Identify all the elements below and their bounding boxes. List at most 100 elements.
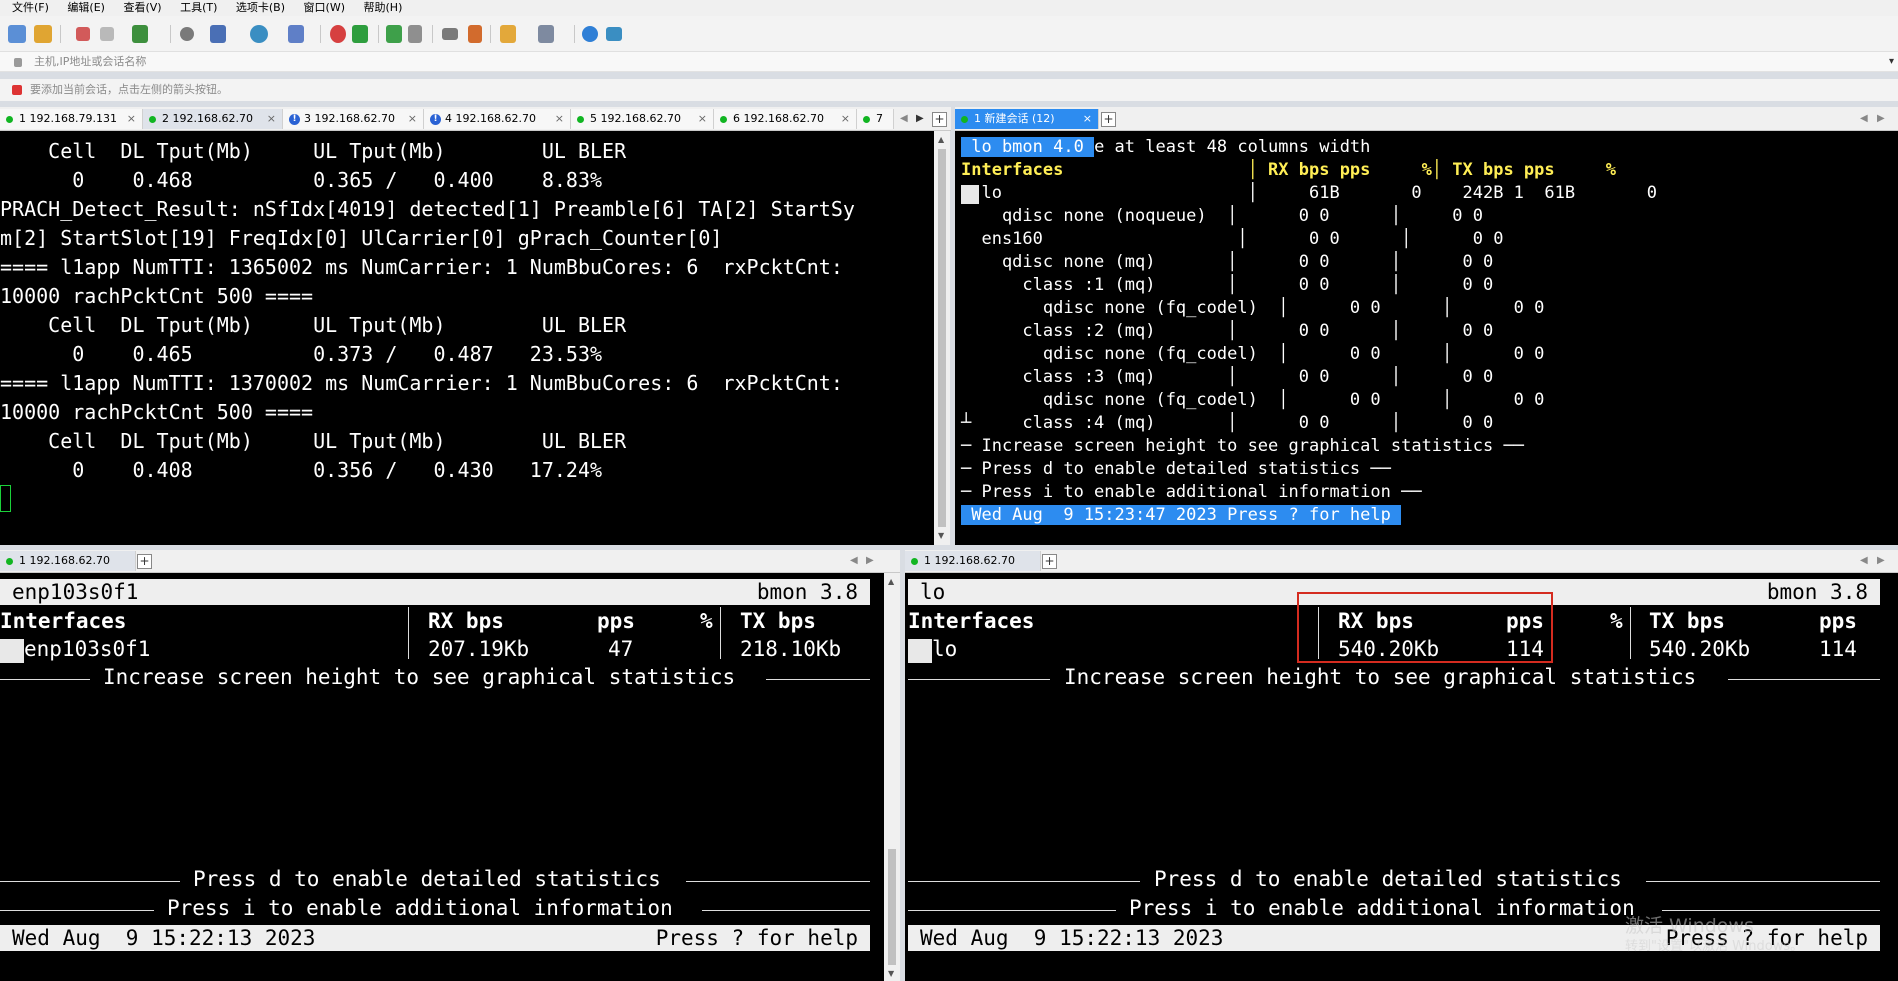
tab-session-7[interactable]: 7 <box>857 109 894 129</box>
chevron-left-icon[interactable]: ◀ <box>900 113 908 124</box>
tab-session-3[interactable]: ! 3 192.168.62.70 × <box>283 109 424 129</box>
tab-session-6[interactable]: 6 192.168.62.70 × <box>714 109 857 129</box>
status-dot-icon <box>6 557 13 565</box>
chevron-right-icon[interactable]: ▶ <box>1877 555 1885 566</box>
add-tab-button[interactable]: + <box>137 554 152 569</box>
info-text: 要添加当前会话，点击左侧的箭头按钮。 <box>30 83 228 96</box>
terminal-line: m[2] StartSlot[19] FreqIdx[0] UlCarrier[… <box>0 226 723 250</box>
interface-name[interactable]: lo <box>932 637 957 661</box>
add-tab-button[interactable]: + <box>1042 554 1057 569</box>
rx-bps-value: 207.19Kb <box>428 637 530 661</box>
menu-tabs[interactable]: 选项卡(B) <box>236 1 285 14</box>
status-message: ─ Press d to enable detailed statistics … <box>961 459 1391 479</box>
terminal-line: 10000 rachPcktCnt 500 ==== <box>0 284 314 308</box>
close-icon[interactable]: × <box>267 109 276 129</box>
layout-icon[interactable] <box>538 25 554 43</box>
menu-help[interactable]: 帮助(H) <box>364 1 403 14</box>
search-icon[interactable] <box>180 27 194 41</box>
chevron-right-icon[interactable]: ▶ <box>866 555 874 566</box>
tab-session-4[interactable]: ! 4 192.168.62.70 × <box>424 109 571 129</box>
close-icon[interactable]: × <box>408 109 417 129</box>
menu-window[interactable]: 窗口(W) <box>304 1 345 14</box>
table-row: qdisc none (fq_codel) │ 0 0 │ 0 0 <box>961 390 1545 410</box>
menu-file[interactable]: 文件(F) <box>12 1 49 14</box>
xshell-icon[interactable] <box>352 25 368 43</box>
terminal-top-left[interactable]: Cell DL Tput(Mb) UL Tput(Mb) UL BLER 0 0… <box>0 131 934 545</box>
globe-icon[interactable] <box>250 25 268 43</box>
status-bar: Wed Aug 9 15:22:13 2023 Press ? for help <box>0 925 870 951</box>
close-icon[interactable]: × <box>127 109 136 129</box>
tab-bottom-right[interactable]: 1 192.168.62.70 <box>905 551 1041 571</box>
connect-icon[interactable] <box>76 27 90 41</box>
terminal-bottom-right[interactable]: lo bmon 3.8 Interfaces RX bps pps % TX b… <box>905 573 1898 981</box>
status-message: ─ Increase screen height to see graphica… <box>961 436 1524 456</box>
close-icon[interactable]: × <box>698 109 707 129</box>
xftp-icon[interactable] <box>330 25 346 43</box>
tab-new-session[interactable]: 1 新建会话 (12) × <box>955 109 1099 129</box>
chevron-right-icon[interactable]: ▶ <box>1877 113 1885 124</box>
activate-windows-subtext: 转到"设置"以激活 Windows。 <box>1625 939 1804 954</box>
close-icon[interactable]: × <box>555 109 564 129</box>
chevron-left-icon[interactable]: ◀ <box>850 555 858 566</box>
terminal-top-right[interactable]: lo bmon 4.0 e at least 48 columns width … <box>955 131 1898 545</box>
detail-hint: Press d to enable detailed statistics <box>193 867 661 891</box>
info-hint: Press i to enable additional information <box>1129 896 1635 920</box>
menu-view[interactable]: 查看(V) <box>123 1 161 14</box>
keyboard-icon[interactable] <box>442 28 458 40</box>
chevron-left-icon[interactable]: ◀ <box>1860 555 1868 566</box>
tab-session-1[interactable]: 1 192.168.79.131 × <box>0 109 143 129</box>
tab-bottom-left[interactable]: 1 192.168.62.70 <box>0 551 136 571</box>
scrollbar[interactable]: ▲ ▼ <box>934 131 950 545</box>
scrollbar-thumb[interactable] <box>888 849 896 965</box>
top-left-tabstrip: 1 192.168.79.131 × 2 192.168.62.70 × ! 3 19… <box>0 107 951 131</box>
address-input[interactable]: 主机,IP地址或会话名称 <box>34 52 146 72</box>
terminal-line: ==== l1app NumTTI: 1365002 ms NumCarrier… <box>0 255 843 279</box>
interface-name[interactable]: enp103s0f1 <box>24 637 150 661</box>
terminal-line: 0 0.468 0.365 / 0.400 8.83% <box>0 168 603 192</box>
bookmark-icon[interactable] <box>12 85 22 95</box>
table-row: qdisc none (noqueue) │ 0 0 │ 0 0 <box>961 206 1483 226</box>
pps-value: 47 <box>608 637 634 661</box>
table-row: qdisc none (mq) │ 0 0 │ 0 0 <box>961 252 1494 272</box>
scrollbar-thumb[interactable] <box>938 149 946 527</box>
close-icon[interactable]: × <box>841 109 850 129</box>
open-folder-icon[interactable] <box>34 25 52 43</box>
menu-tools[interactable]: 工具(T) <box>180 1 217 14</box>
terminal-bottom-left[interactable]: enp103s0f1 bmon 3.8 Interfaces RX bps pp… <box>0 573 884 981</box>
transfer-icon[interactable] <box>500 25 516 43</box>
add-tab-button[interactable]: + <box>1101 112 1116 127</box>
menu-edit[interactable]: 编辑(E) <box>67 1 105 14</box>
close-icon[interactable]: × <box>1083 109 1092 129</box>
tx-bps-value: 218.10Kb <box>740 637 842 661</box>
chevron-down-icon[interactable]: ▾ <box>1889 52 1894 72</box>
chat-icon[interactable] <box>606 27 622 41</box>
copy-icon[interactable] <box>210 25 226 43</box>
terminal-cursor <box>0 485 11 512</box>
fullscreen-icon[interactable] <box>386 25 402 43</box>
properties-icon[interactable] <box>132 25 148 43</box>
disconnect-icon[interactable] <box>100 27 114 41</box>
interface-title: enp103s0f1 <box>12 580 139 604</box>
lock-icon[interactable] <box>408 25 422 43</box>
column-pps-tx: pps <box>1819 609 1857 633</box>
add-tab-button[interactable]: + <box>932 112 947 127</box>
scrollbar[interactable]: ▲ ▼ <box>884 573 900 981</box>
column-tx-bps: TX bps <box>1649 609 1725 633</box>
table-row: class :3 (mq) │ 0 0 │ 0 0 <box>961 367 1494 387</box>
help-icon[interactable] <box>582 26 598 42</box>
tab-session-5[interactable]: 5 192.168.62.70 × <box>571 109 714 129</box>
status-message: ─ Press i to enable additional informati… <box>961 482 1422 502</box>
interface-title: lo <box>920 580 946 604</box>
table-row: qdisc none (fq_codel) │ 0 0 │ 0 0 <box>961 344 1545 364</box>
compose-icon[interactable] <box>468 25 482 43</box>
tab-session-2[interactable]: 2 192.168.62.70 × <box>143 109 283 129</box>
info-hint: Press i to enable additional information <box>167 896 673 920</box>
bmon-version: bmon 3.8 <box>756 580 858 604</box>
terminal-line: 0 0.465 0.373 / 0.487 23.53% <box>0 342 603 366</box>
font-icon[interactable] <box>288 25 304 43</box>
table-row: lo │ 61B 0 242B 1 61B 0 <box>961 183 1657 203</box>
chevron-right-icon[interactable]: ▶ <box>916 113 924 124</box>
column-percent: % <box>1610 609 1623 633</box>
chevron-left-icon[interactable]: ◀ <box>1860 113 1868 124</box>
new-session-icon[interactable] <box>8 25 26 43</box>
